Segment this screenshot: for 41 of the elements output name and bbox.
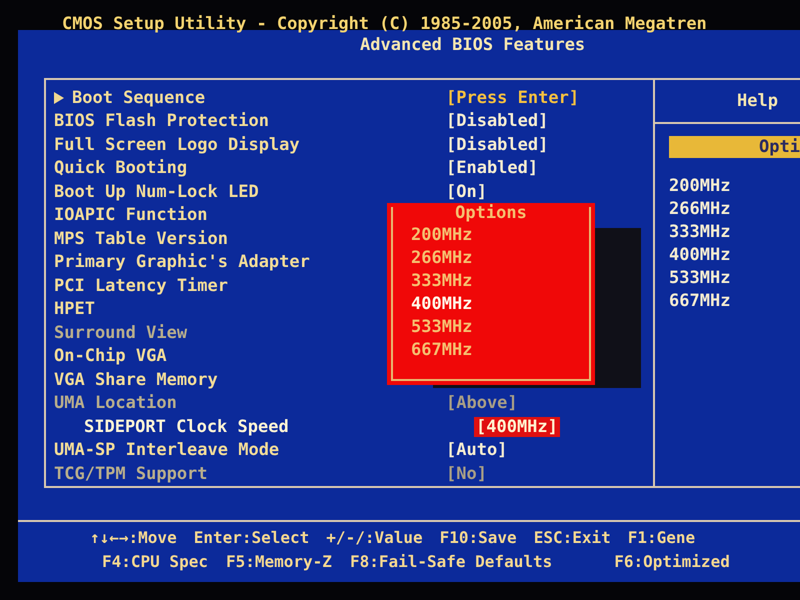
setting-label[interactable]: PCI Latency Timer (54, 276, 228, 296)
setting-label[interactable]: Primary Graphic's Adapter (54, 252, 310, 272)
key-hint: +/-/:Value (326, 528, 423, 549)
key-hint: ESC:Exit (534, 528, 611, 549)
setting-value[interactable]: [Auto] (444, 440, 510, 460)
key-hint: F5:Memory-Z (226, 552, 332, 573)
setting-value[interactable]: [On] (444, 182, 489, 202)
setting-label[interactable]: Full Screen Logo Display (54, 134, 300, 155)
help-text: 400MHz (669, 245, 730, 267)
key-hint: F8:Fail-Safe Defaults (350, 552, 552, 573)
setting-label[interactable]: MPS Table Version (54, 228, 228, 249)
page-title: Advanced BIOS Features (360, 35, 586, 55)
help-title: Help (737, 91, 778, 111)
setting-label[interactable]: BIOS Flash Protection (54, 111, 269, 132)
setting-label[interactable]: HPET (54, 299, 95, 320)
triangle-icon (54, 92, 64, 104)
setting-label[interactable]: Boot Sequence (72, 88, 206, 108)
key-hint: F10:Save (440, 528, 517, 549)
key-hint: F1:Gene (628, 528, 696, 549)
key-hint: F6:Optimized (614, 552, 730, 573)
setting-value[interactable]: [Press Enter] (444, 88, 582, 108)
key-hint: ↑↓←→:Move (90, 528, 177, 549)
setting-value[interactable]: [Disabled] (444, 134, 550, 155)
utility-title: CMOS Setup Utility - Copyright (C) 1985-2005, American Megatren (62, 14, 708, 34)
help-text: 533MHz (669, 268, 730, 290)
setting-value[interactable]: [Disabled] (444, 111, 550, 132)
option-item[interactable]: 400MHz (411, 294, 472, 317)
help-text: 667MHz (669, 291, 730, 313)
setting-label[interactable]: IOAPIC Function (54, 205, 208, 226)
help-text: 333MHz (669, 222, 730, 244)
help-section-bar: Opti (669, 136, 800, 158)
key-hint: Enter:Select (194, 528, 310, 549)
setting-label[interactable]: Quick Booting (54, 158, 188, 178)
help-text: 266MHz (669, 199, 730, 221)
setting-label[interactable]: VGA Share Memory (54, 370, 218, 390)
help-text: 200MHz (669, 176, 730, 198)
key-hint: F4:CPU Spec (102, 552, 208, 573)
setting-label[interactable]: On-Chip VGA (54, 346, 167, 366)
setting-label[interactable]: UMA-SP Interleave Mode (54, 440, 280, 460)
setting-value[interactable]: [Enabled] (444, 158, 540, 178)
setting-label[interactable]: Boot Up Num-Lock LED (54, 182, 259, 202)
